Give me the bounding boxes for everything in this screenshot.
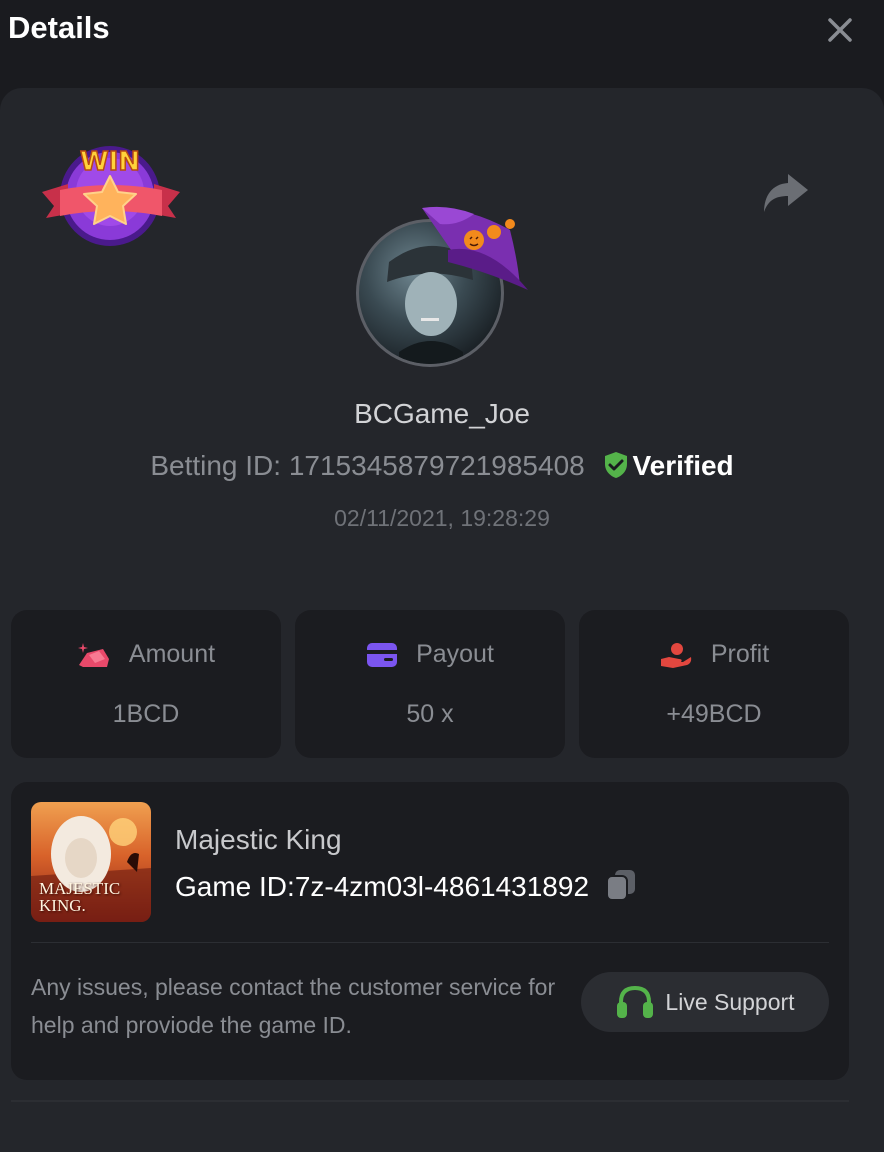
stat-profit: Profit +49BCD — [579, 610, 849, 758]
stat-payout: Payout 50 x — [295, 610, 565, 758]
betting-id-line: Betting ID: 1715345879721985408 Verified — [0, 450, 884, 482]
shield-check-icon — [604, 452, 627, 478]
stat-profit-label: Profit — [710, 640, 770, 668]
game-id-value: 7z-4zm03l-4861431892 — [294, 871, 590, 902]
share-icon[interactable] — [758, 170, 812, 216]
bet-date: 02/11/2021, 19:28:29 — [334, 505, 550, 531]
win-badge-text: WIN — [80, 147, 140, 177]
stat-amount-label: Amount — [128, 640, 216, 668]
header: Details — [0, 0, 884, 88]
win-badge-icon: WIN — [42, 146, 180, 246]
stat-payout-value: 50 x — [406, 700, 454, 728]
help-text: Any issues, please contact the customer … — [31, 974, 556, 1038]
username: BCGame_Joe — [354, 398, 530, 429]
avatar — [354, 202, 530, 372]
close-icon[interactable] — [826, 16, 854, 44]
live-support-button[interactable]: Live Support — [581, 972, 829, 1032]
card-icon — [367, 642, 398, 667]
close-button[interactable] — [822, 12, 858, 48]
divider — [31, 942, 829, 943]
verified-label: Verified — [632, 450, 734, 481]
game-thumbnail-text: MAJESTIC KING. — [39, 879, 121, 915]
page-title: Details — [8, 10, 110, 45]
bottom-divider — [11, 1100, 849, 1102]
betting-id-label: Betting ID: — [150, 450, 282, 481]
live-support-label: Live Support — [665, 988, 795, 1015]
stat-profit-value: +49BCD — [666, 700, 762, 728]
profit-hand-icon — [660, 642, 691, 668]
stat-payout-label: Payout — [416, 640, 494, 668]
copy-icon[interactable] — [605, 868, 637, 902]
game-id-line: Game ID:7z-4zm03l-4861431892 — [175, 868, 637, 903]
game-card: MAJESTIC KING. Majestic King Game ID:7z-… — [11, 782, 849, 1080]
betting-id-value: 1715345879721985408 — [288, 450, 585, 481]
stat-amount-value: 1BCD — [112, 700, 180, 728]
headset-icon — [617, 985, 654, 1018]
game-id-label: Game ID: — [175, 871, 295, 902]
amount-icon — [77, 642, 109, 667]
game-name: Majestic King — [175, 824, 342, 855]
stat-amount: Amount 1BCD — [11, 610, 281, 758]
game-thumbnail[interactable]: MAJESTIC KING. — [31, 802, 151, 922]
witch-hat-icon — [422, 206, 528, 290]
